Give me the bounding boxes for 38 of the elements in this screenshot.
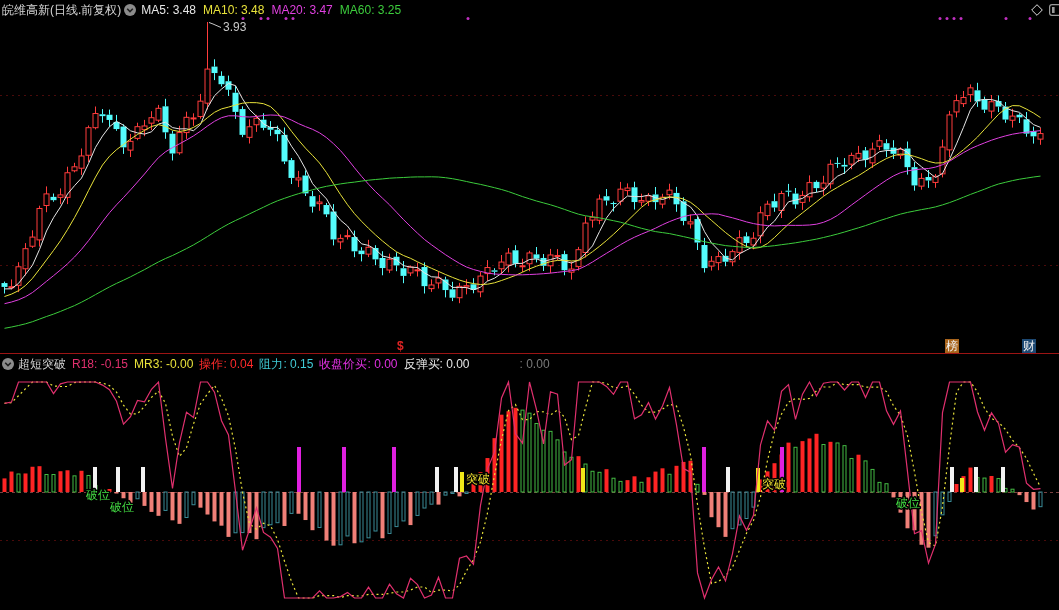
dropdown-icon[interactable] xyxy=(2,358,14,370)
marker-dot xyxy=(466,17,470,20)
indicator-reading: MR3: -0.00 xyxy=(134,357,194,371)
signal-label: 破位 xyxy=(86,488,110,503)
indicator-reading: 操作: 0.04 xyxy=(199,357,254,371)
signal-badge[interactable]: 财 xyxy=(1022,339,1036,353)
dropdown-icon[interactable] xyxy=(124,4,137,16)
leader-line xyxy=(208,22,222,28)
rectangle-icon[interactable] xyxy=(1049,4,1059,16)
signal-label: 破位 xyxy=(896,496,920,511)
dollar-marker: $ xyxy=(397,340,404,353)
signal-label: 突破 xyxy=(762,477,786,492)
marker-dot xyxy=(938,17,942,20)
marker-dot xyxy=(241,17,245,20)
ma-reading: MA60: 3.25 xyxy=(339,3,402,17)
marker-dot xyxy=(1028,17,1032,20)
ma-reading: MA5: 3.48 xyxy=(141,3,197,17)
indicator-reading: 收盘价买: 0.00 xyxy=(319,357,398,371)
marker-dot xyxy=(959,17,963,20)
marker-dot xyxy=(952,17,956,20)
signal-label: 破位 xyxy=(110,500,134,515)
marker-dot xyxy=(291,17,295,20)
ma-reading: MA10: 3.48 xyxy=(203,3,265,17)
marker-dot xyxy=(1004,17,1008,20)
diamond-icon[interactable] xyxy=(1031,4,1043,16)
indicator-title: 超短突破 xyxy=(18,357,66,371)
marker-dot xyxy=(259,17,263,20)
indicator-reading: : 0.00 xyxy=(519,357,550,371)
marker-dot xyxy=(284,17,288,20)
high-price-label: 3.93 xyxy=(223,20,247,34)
indicator-reading: 阻力: 0.15 xyxy=(259,357,314,371)
indicator-reading: R18: -0.15 xyxy=(72,357,129,371)
marker-dot xyxy=(945,17,949,20)
signal-badge[interactable]: 榜 xyxy=(945,339,959,353)
indicator-reading: 反弹买: 0.00 xyxy=(403,357,470,371)
marker-dot xyxy=(266,17,270,20)
stock-title: 皖维高新(日线.前复权) xyxy=(2,3,122,17)
ma-reading: MA20: 3.47 xyxy=(271,3,333,17)
